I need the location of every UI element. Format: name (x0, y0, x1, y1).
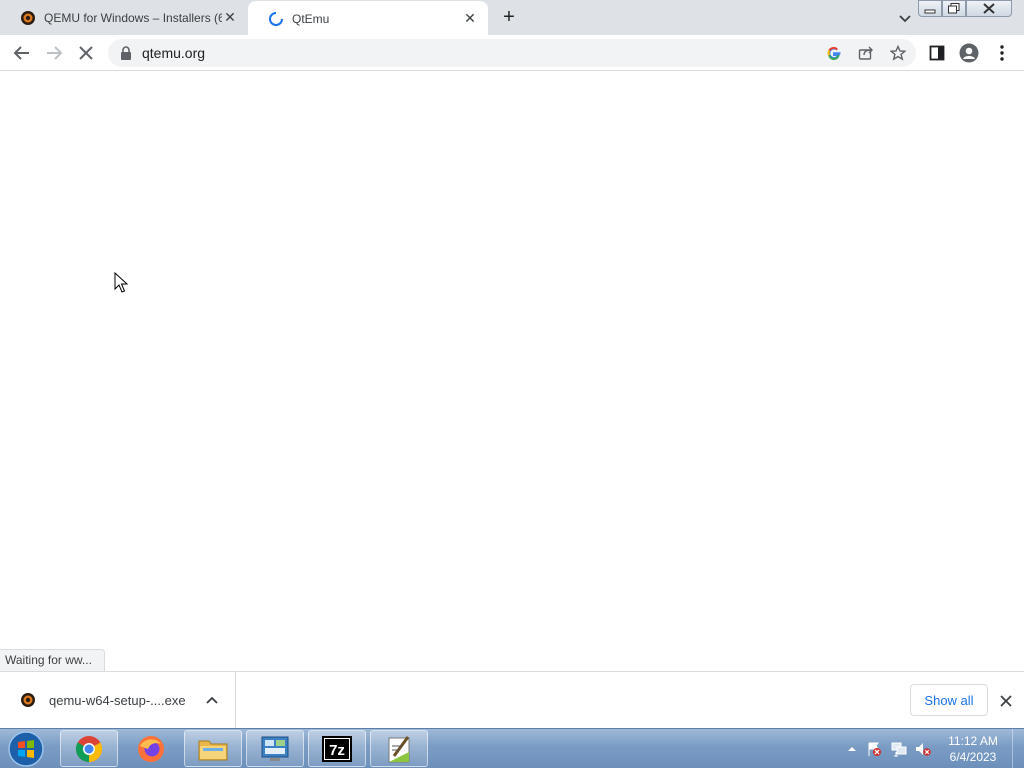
google-lens-button[interactable] (825, 44, 843, 62)
clock[interactable]: 11:12 AM 6/4/2023 (940, 733, 1006, 765)
clock-time: 11:12 AM (948, 734, 998, 748)
tab-title: QtEmu (292, 11, 330, 26)
share-icon (858, 46, 873, 60)
url-text[interactable]: qtemu.org (142, 45, 205, 61)
7zip-icon: 7z (322, 735, 352, 762)
taskbar-explorer[interactable] (184, 730, 242, 767)
address-bar[interactable]: qtemu.org (108, 39, 916, 67)
stop-x-icon (79, 46, 93, 60)
action-center-flag-icon[interactable] (866, 741, 882, 757)
taskbar-firefox[interactable] (122, 730, 180, 767)
tab-qemu-installers[interactable]: QEMU for Windows – Installers (6 ✕ (0, 0, 248, 35)
restore-button[interactable] (942, 0, 966, 17)
file-explorer-icon (198, 740, 228, 760)
bookmark-button[interactable] (889, 44, 907, 62)
window-close-button[interactable] (966, 0, 1012, 17)
taskbar-chrome[interactable] (60, 730, 118, 767)
taskbar-7zip[interactable]: 7z (308, 730, 366, 767)
chevron-up-icon (206, 696, 218, 704)
tab-title: QEMU for Windows – Installers (6 (44, 10, 222, 25)
close-icon (1000, 695, 1012, 707)
lock-icon[interactable] (120, 46, 132, 60)
tab-close-icon[interactable]: ✕ (462, 10, 478, 27)
minimize-icon (924, 9, 936, 13)
tab-qtemu[interactable]: QtEmu ✕ (248, 1, 488, 36)
tab-close-icon[interactable]: ✕ (222, 9, 238, 26)
more-vert-icon (1000, 45, 1004, 61)
show-hidden-icons-icon[interactable] (844, 741, 860, 757)
stop-loading-button[interactable] (75, 42, 97, 64)
start-button[interactable] (4, 730, 48, 768)
clock-date: 6/4/2023 (949, 750, 997, 764)
download-shelf: qemu-w64-setup-....exe Show all (0, 671, 1024, 728)
taskbar-control-panel[interactable] (246, 730, 304, 767)
tab-strip: QEMU for Windows – Installers (6 ✕ QtEmu… (0, 0, 1024, 36)
page-content[interactable] (0, 71, 1024, 649)
close-icon (983, 3, 995, 14)
share-button[interactable] (857, 44, 875, 62)
svg-text:7z: 7z (329, 742, 345, 759)
star-icon (890, 45, 906, 61)
new-tab-button[interactable]: + (498, 6, 520, 28)
back-button[interactable] (11, 42, 33, 64)
window-controls (918, 0, 1012, 18)
forward-arrow-icon (47, 46, 63, 60)
profile-button[interactable] (958, 42, 980, 64)
qemu-icon (21, 693, 35, 707)
menu-button[interactable] (991, 42, 1013, 64)
control-panel-icon (261, 736, 289, 761)
google-g-icon (827, 46, 841, 61)
tab-search-chevron-icon[interactable] (896, 9, 914, 27)
download-options-button[interactable] (199, 696, 225, 704)
side-panel-icon (929, 45, 945, 61)
network-icon[interactable] (891, 741, 907, 757)
mouse-cursor-icon (114, 272, 128, 293)
close-shelf-button[interactable] (996, 691, 1016, 711)
chrome-icon (75, 735, 103, 762)
side-panel-button[interactable] (926, 42, 948, 64)
forward-button[interactable] (43, 42, 65, 64)
taskbar-notepad-plus-plus[interactable] (370, 730, 428, 767)
status-bubble: Waiting for ww... (0, 649, 105, 671)
taskbar: 7z 11:12 AM 6/4/2023 (0, 728, 1024, 769)
qemu-icon (21, 10, 35, 25)
firefox-icon (138, 735, 164, 762)
show-desktop-button[interactable] (1012, 729, 1024, 769)
back-arrow-icon (13, 46, 29, 60)
notepad-plus-plus-icon (388, 735, 410, 762)
show-all-button[interactable]: Show all (910, 684, 988, 716)
volume-muted-icon[interactable] (915, 741, 931, 757)
loading-spinner-icon (269, 11, 283, 26)
download-file-name: qemu-w64-setup-....exe (49, 692, 186, 708)
restore-icon (948, 3, 960, 14)
minimize-button[interactable] (918, 0, 942, 17)
browser-toolbar: qtemu.org (0, 35, 1024, 71)
download-item[interactable]: qemu-w64-setup-....exe (0, 672, 236, 728)
profile-avatar-icon (959, 43, 979, 63)
